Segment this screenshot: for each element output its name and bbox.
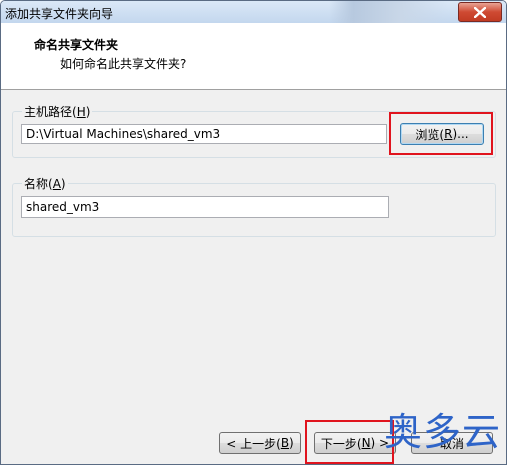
watermark-logo: 奥多云 [384,410,502,454]
title-bar: 添加共享文件夹向导 [1,1,506,23]
name-group: 名称(A) shared_vm3 [12,175,496,237]
window-title: 添加共享文件夹向导 [5,7,114,21]
browse-highlight-box [389,112,493,155]
wizard-window: 添加共享文件夹向导 命名共享文件夹 如何命名此共享文件夹? 主机路径(H) D:… [0,0,507,465]
name-input[interactable]: shared_vm3 [21,196,389,218]
title-bar-blur [329,1,449,23]
page-subtitle: 如何命名此共享文件夹? [60,57,187,71]
host-path-label: 主机路径(H) [22,103,93,120]
host-path-input[interactable]: D:\Virtual Machines\shared_vm3 [21,124,387,144]
close-button[interactable] [458,2,502,22]
back-button[interactable]: < 上一步(B) [219,432,301,454]
name-label: 名称(A) [22,175,68,192]
page-title: 命名共享文件夹 [34,38,119,52]
next-highlight-box [305,420,394,464]
close-icon [474,6,486,18]
wizard-header: 命名共享文件夹 如何命名此共享文件夹? [1,23,506,90]
